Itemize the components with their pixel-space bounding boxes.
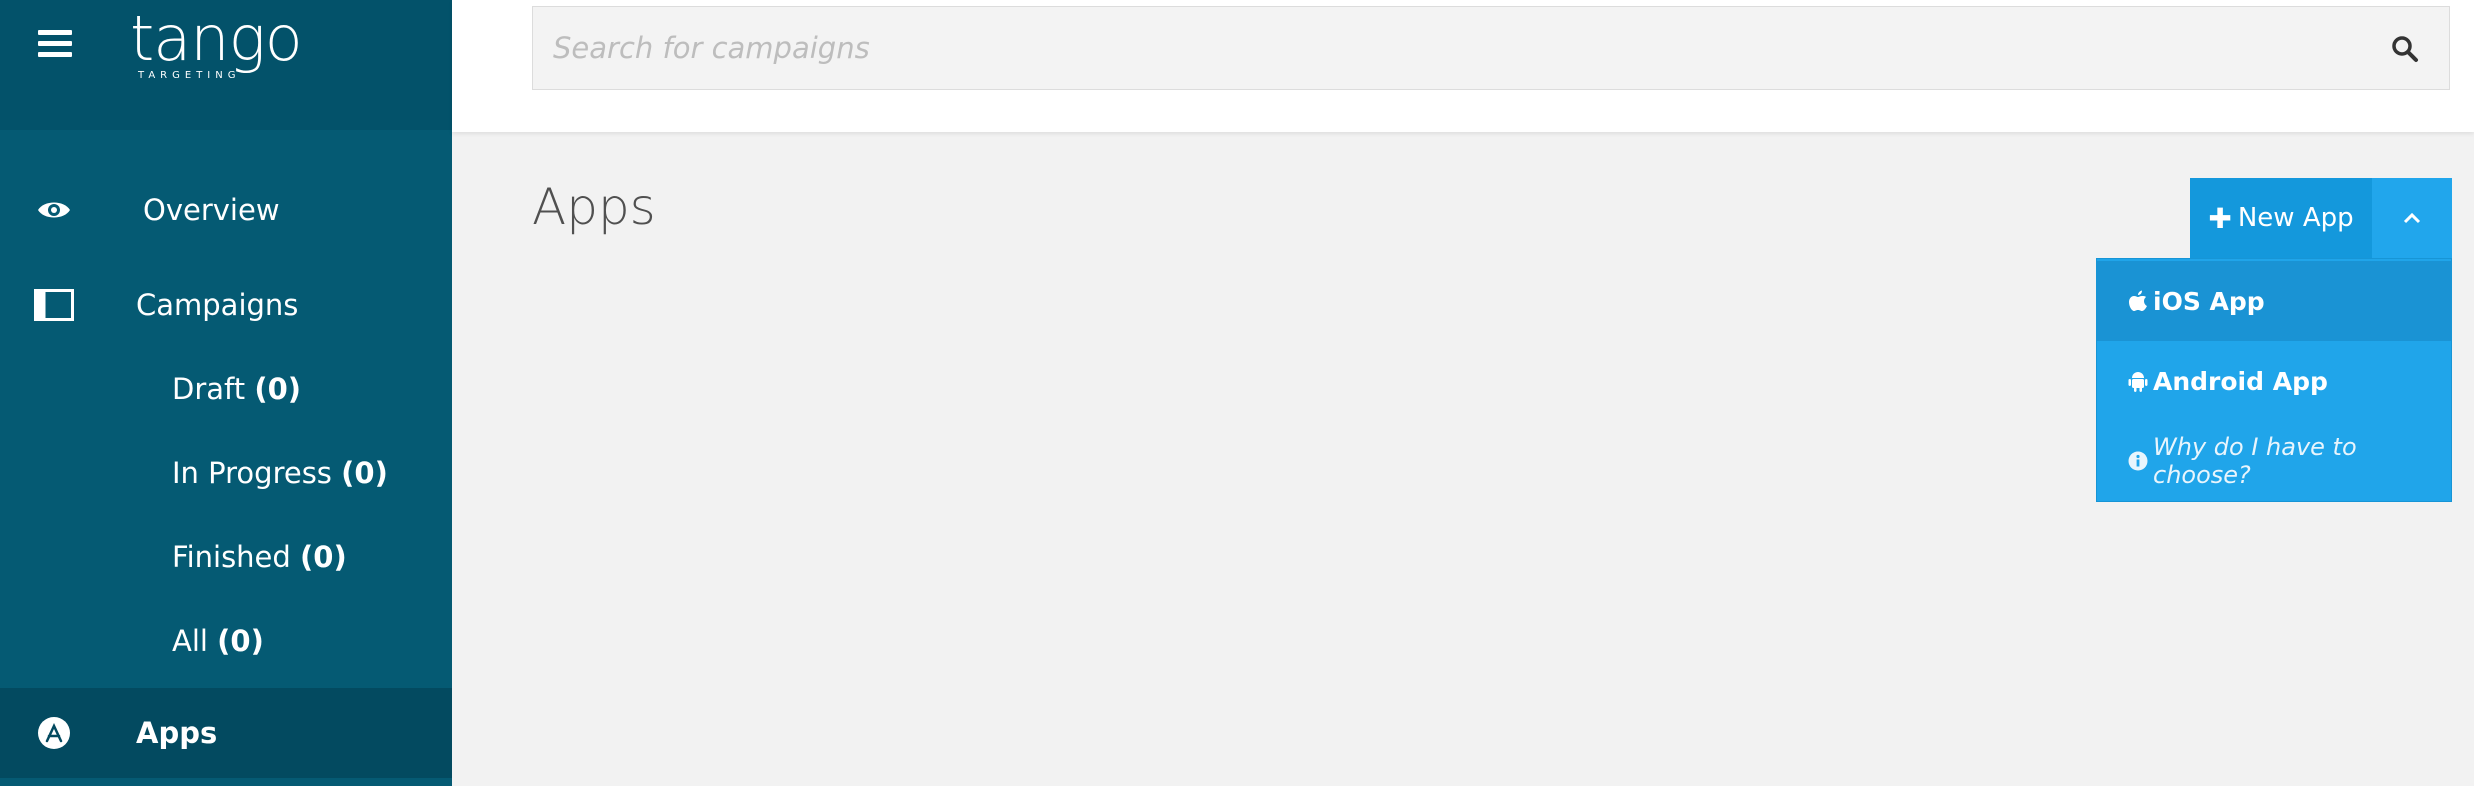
subitem-label: Finished [172, 540, 291, 574]
info-icon [2127, 450, 2149, 472]
menu-item-label: iOS App [2153, 286, 2265, 316]
subitem-label: In Progress [172, 456, 332, 490]
search-icon[interactable] [2389, 33, 2421, 65]
new-app-label: New App [2237, 203, 2354, 233]
menu-item-label: Android App [2153, 366, 2328, 396]
sidebar-item-label: Overview [143, 193, 280, 227]
sidebar-panel-icon [32, 283, 76, 327]
sidebar-item-label: Campaigns [136, 288, 299, 322]
sidebar-subitem-draft[interactable]: Draft (0) [172, 372, 301, 406]
new-app-dropdown-toggle[interactable] [2372, 178, 2452, 258]
menu-item-ios-app[interactable]: iOS App [2097, 261, 2451, 341]
sidebar-header: tango TARGETING [0, 0, 452, 130]
logo-subtext: TARGETING [138, 70, 241, 81]
menu-item-label: Why do I have to choose? [2153, 433, 2357, 489]
sidebar-subitem-in-progress[interactable]: In Progress (0) [172, 456, 388, 490]
plus-icon: ✚ [2208, 201, 2232, 235]
android-icon [2127, 370, 2149, 392]
subitem-label: All [172, 624, 208, 658]
sidebar-item-campaigns[interactable]: Campaigns [0, 265, 452, 345]
subitem-count: (0) [254, 372, 302, 406]
sidebar-item-label: Apps [136, 716, 218, 750]
sidebar-item-apps[interactable]: Apps [0, 688, 452, 778]
chevron-up-icon [2403, 209, 2421, 228]
subitem-count: (0) [341, 456, 388, 490]
new-app-button[interactable]: ✚ New App [2190, 178, 2372, 258]
menu-item-why-choose[interactable]: Why do I have to choose? [2097, 421, 2451, 501]
logo-text: tango [130, 2, 303, 75]
subitem-count: (0) [217, 624, 264, 658]
app-store-icon [32, 711, 76, 755]
search-input[interactable] [553, 25, 2333, 71]
sidebar-subitem-all[interactable]: All (0) [172, 624, 264, 658]
top-bar [452, 0, 2474, 132]
page-title: Apps [532, 178, 656, 236]
sidebar-subitem-finished[interactable]: Finished (0) [172, 540, 347, 574]
logo[interactable]: tango TARGETING [130, 2, 303, 82]
search-box [532, 6, 2450, 90]
subitem-label: Draft [172, 372, 246, 406]
subitem-count: (0) [300, 540, 347, 574]
hamburger-menu-icon[interactable] [38, 30, 72, 58]
sidebar-item-overview[interactable]: Overview [0, 170, 452, 250]
sidebar: tango TARGETING Overview Campaigns Draft… [0, 0, 452, 786]
menu-item-android-app[interactable]: Android App [2097, 341, 2451, 421]
new-app-dropdown-menu: iOS App Android App Why do I have to cho… [2096, 258, 2452, 502]
eye-icon [32, 188, 76, 232]
apple-icon [2127, 290, 2149, 312]
